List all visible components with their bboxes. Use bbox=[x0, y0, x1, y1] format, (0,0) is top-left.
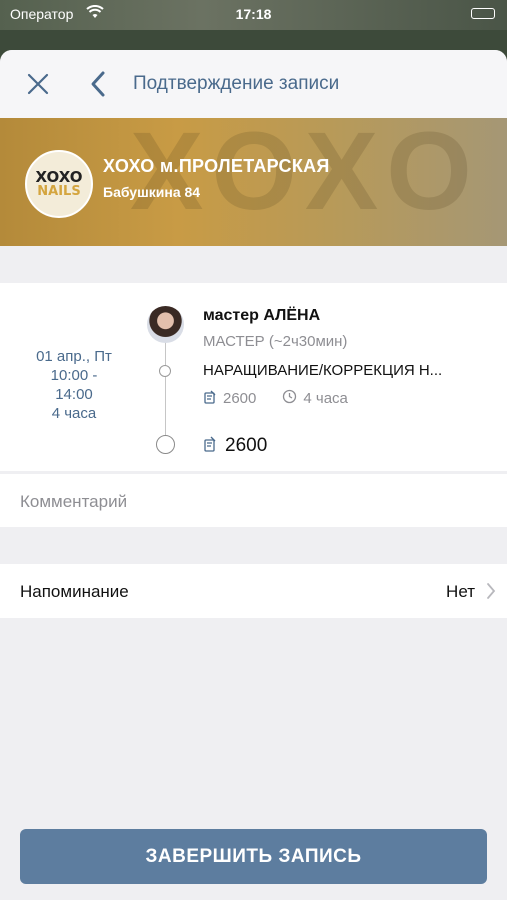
booking-time-end: 14:00 bbox=[55, 386, 93, 403]
booking-time-start: 10:00 - bbox=[50, 367, 98, 384]
finish-booking-button[interactable]: ЗАВЕРШИТЬ ЗАПИСЬ bbox=[20, 829, 487, 884]
battery-icon bbox=[471, 8, 495, 19]
clock-time: 17:18 bbox=[235, 6, 272, 22]
nav-bar: Подтверждение записи bbox=[0, 50, 507, 118]
service-name: НАРАЩИВАНИЕ/КОРРЕКЦИЯ Н... bbox=[203, 362, 443, 379]
reminder-label: Напоминание bbox=[20, 582, 129, 601]
master-avatar bbox=[147, 306, 184, 343]
booking-sheet: Подтверждение записи XOXO XOXO NAILS ХОХ… bbox=[0, 50, 507, 900]
booking-datetime: 01 апр., Пт 10:00 - 14:00 4 часа bbox=[0, 347, 148, 423]
total-row: 2600 bbox=[203, 435, 267, 457]
service-duration: 4 часа bbox=[303, 390, 348, 407]
booking-card: 01 апр., Пт 10:00 - 14:00 4 часа мастер … bbox=[0, 283, 507, 471]
booking-date: 01 апр., Пт bbox=[36, 348, 112, 365]
price-tag-icon bbox=[203, 390, 217, 408]
close-icon[interactable] bbox=[26, 72, 50, 96]
timeline-end-dot bbox=[156, 435, 175, 454]
service-meta: 2600 4 часа bbox=[203, 389, 348, 408]
timeline-dot bbox=[159, 365, 171, 377]
logo-text-bottom: NAILS bbox=[37, 183, 81, 199]
salon-logo: XOXO NAILS bbox=[25, 150, 93, 218]
salon-address: Бабушкина 84 bbox=[103, 184, 201, 200]
logo-text-top: XOXO bbox=[35, 167, 83, 186]
salon-banner: XOXO XOXO NAILS ХОХО м.ПРОЛЕТАРСКАЯ Бабу… bbox=[0, 118, 507, 246]
comment-placeholder: Комментарий bbox=[20, 492, 128, 511]
chevron-right-icon bbox=[486, 582, 496, 600]
master-role: МАСТЕР (~2ч30мин) bbox=[203, 333, 348, 350]
reminder-value: Нет bbox=[446, 582, 475, 601]
booking-duration: 4 часа bbox=[51, 405, 97, 422]
price-tag-icon bbox=[203, 436, 217, 457]
back-chevron-icon[interactable] bbox=[88, 70, 108, 98]
reminder-row[interactable]: Напоминание Нет bbox=[0, 564, 507, 618]
total-price: 2600 bbox=[225, 435, 268, 456]
comment-field[interactable]: Комментарий bbox=[0, 474, 507, 527]
service-price: 2600 bbox=[223, 390, 257, 407]
salon-name: ХОХО м.ПРОЛЕТАРСКАЯ bbox=[103, 156, 330, 176]
timeline-line bbox=[165, 338, 166, 438]
clock-icon bbox=[282, 389, 297, 408]
page-title: Подтверждение записи bbox=[133, 73, 340, 94]
status-bar: Оператор 17:18 bbox=[0, 0, 507, 30]
master-name: мастер АЛЁНА bbox=[203, 307, 321, 324]
